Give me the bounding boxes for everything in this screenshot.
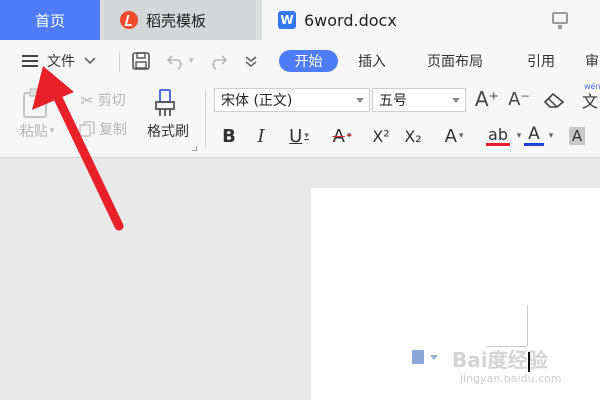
annotation-arrow bbox=[32, 66, 124, 231]
